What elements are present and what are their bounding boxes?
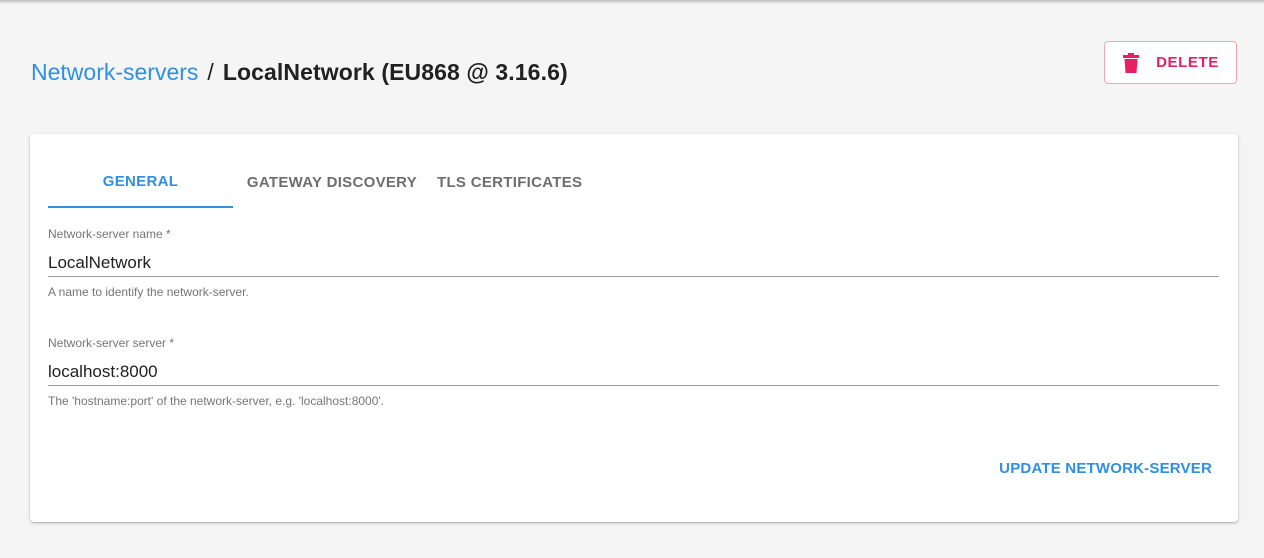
page-title: LocalNetwork (EU868 @ 3.16.6) [222, 58, 568, 85]
topbar-shadow [0, 0, 1264, 4]
network-server-server-label: Network-server server * [48, 336, 175, 350]
delete-button[interactable]: DELETE [1104, 41, 1237, 84]
breadcrumb-separator: / [207, 58, 214, 85]
network-server-name-help: A name to identify the network-server. [48, 285, 249, 299]
network-server-name-field: Network-server name * A name to identify… [48, 227, 1219, 299]
network-server-server-help: The 'hostname:port' of the network-serve… [48, 394, 385, 408]
tab-general[interactable]: GENERAL [48, 156, 233, 208]
delete-button-label: DELETE [1156, 54, 1219, 71]
tab-tls-certificates[interactable]: TLS CERTIFICATES [431, 156, 593, 208]
breadcrumb: Network-servers / LocalNetwork (EU868 @ … [31, 56, 568, 88]
breadcrumb-link-network-servers[interactable]: Network-servers [31, 59, 198, 86]
tab-tls-certificates-label: TLS CERTIFICATES [437, 173, 583, 191]
network-server-server-field: Network-server server * The 'hostname:po… [48, 336, 1219, 408]
network-server-server-input[interactable] [48, 352, 1219, 386]
tab-gateway-discovery[interactable]: GATEWAY DISCOVERY [233, 156, 431, 208]
tab-gateway-discovery-label: GATEWAY DISCOVERY [246, 173, 418, 191]
network-server-name-input[interactable] [48, 243, 1219, 277]
tab-general-label: GENERAL [102, 172, 179, 190]
network-server-card: GENERAL GATEWAY DISCOVERY TLS CERTIFICAT… [30, 134, 1238, 522]
tab-bar: GENERAL GATEWAY DISCOVERY TLS CERTIFICAT… [48, 156, 593, 208]
network-server-name-label: Network-server name * [48, 227, 171, 241]
trash-icon [1122, 52, 1140, 73]
update-network-server-button[interactable]: UPDATE NETWORK-SERVER [999, 460, 1212, 477]
